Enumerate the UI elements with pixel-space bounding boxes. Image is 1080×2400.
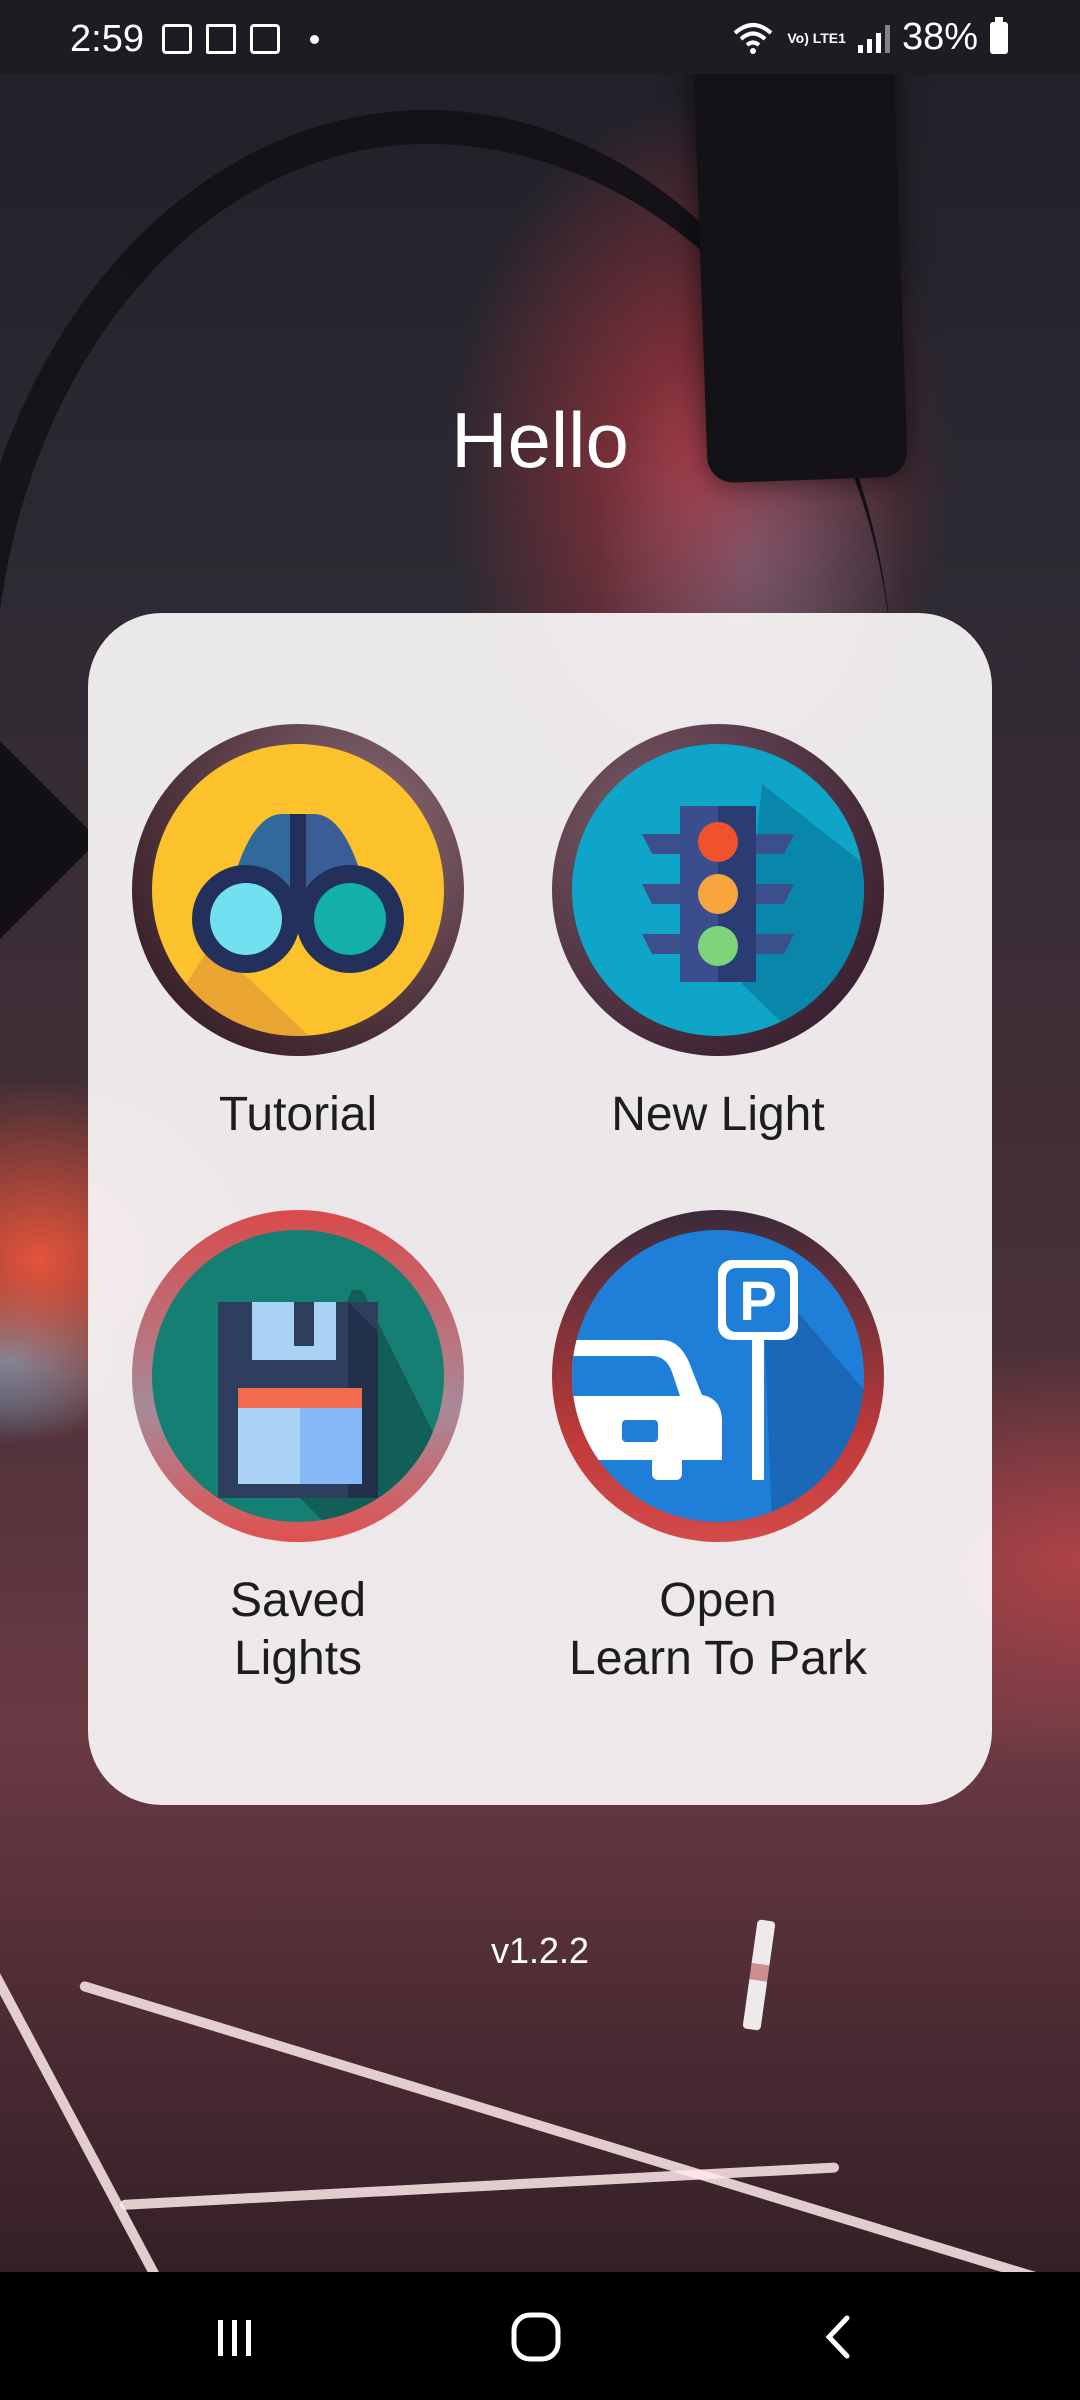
status-icons-right: Vo) LTE1 38% — [731, 16, 1008, 59]
status-time: 2:59 — [70, 18, 144, 60]
status-icons-left — [162, 24, 319, 54]
new-light-label: New Light — [611, 1088, 825, 1141]
saved-lights-label: Saved Lights — [229, 1574, 367, 1685]
binoculars-icon — [152, 744, 444, 1036]
navigation-bar — [0, 2272, 1080, 2400]
menu-card: Tutorial New Light Saved Lights P Open L… — [88, 613, 992, 1805]
svg-text:P: P — [739, 1269, 776, 1332]
device-icon — [206, 24, 236, 54]
learn-to-park-button[interactable]: P Open Learn To Park — [508, 1210, 928, 1688]
status-bar: 2:59 Vo) LTE1 38% — [0, 0, 1080, 74]
home-icon — [511, 2312, 561, 2362]
version-label: v1.2.2 — [490, 1930, 590, 1971]
wifi-icon — [734, 22, 773, 54]
gallery-icon — [162, 24, 192, 54]
saved-lights-button[interactable]: Saved Lights — [88, 1210, 508, 1688]
floppy-disk-icon — [152, 1230, 444, 1522]
tutorial-button[interactable]: Tutorial — [88, 724, 508, 1144]
network-type-label: Vo) LTE1 — [787, 29, 846, 46]
greeting-title: Hello — [451, 396, 629, 484]
battery-icon — [990, 16, 1008, 54]
back-icon — [825, 2315, 850, 2359]
battery-percent: 38% — [901, 16, 978, 58]
back-button[interactable] — [800, 2302, 880, 2372]
recents-icon — [218, 2320, 251, 2356]
calendar-icon — [250, 24, 280, 54]
signal-icon — [857, 23, 890, 53]
parking-icon: P — [572, 1230, 864, 1522]
road-sign-silhouette — [0, 741, 99, 939]
home-button[interactable] — [496, 2302, 576, 2372]
tutorial-label: Tutorial — [218, 1088, 378, 1141]
learn-to-park-label: Open Learn To Park — [569, 1574, 867, 1685]
notification-dot-icon — [310, 34, 319, 44]
recents-button[interactable] — [195, 2302, 275, 2372]
traffic-light-icon — [572, 744, 864, 1036]
new-light-button[interactable]: New Light — [508, 724, 928, 1144]
